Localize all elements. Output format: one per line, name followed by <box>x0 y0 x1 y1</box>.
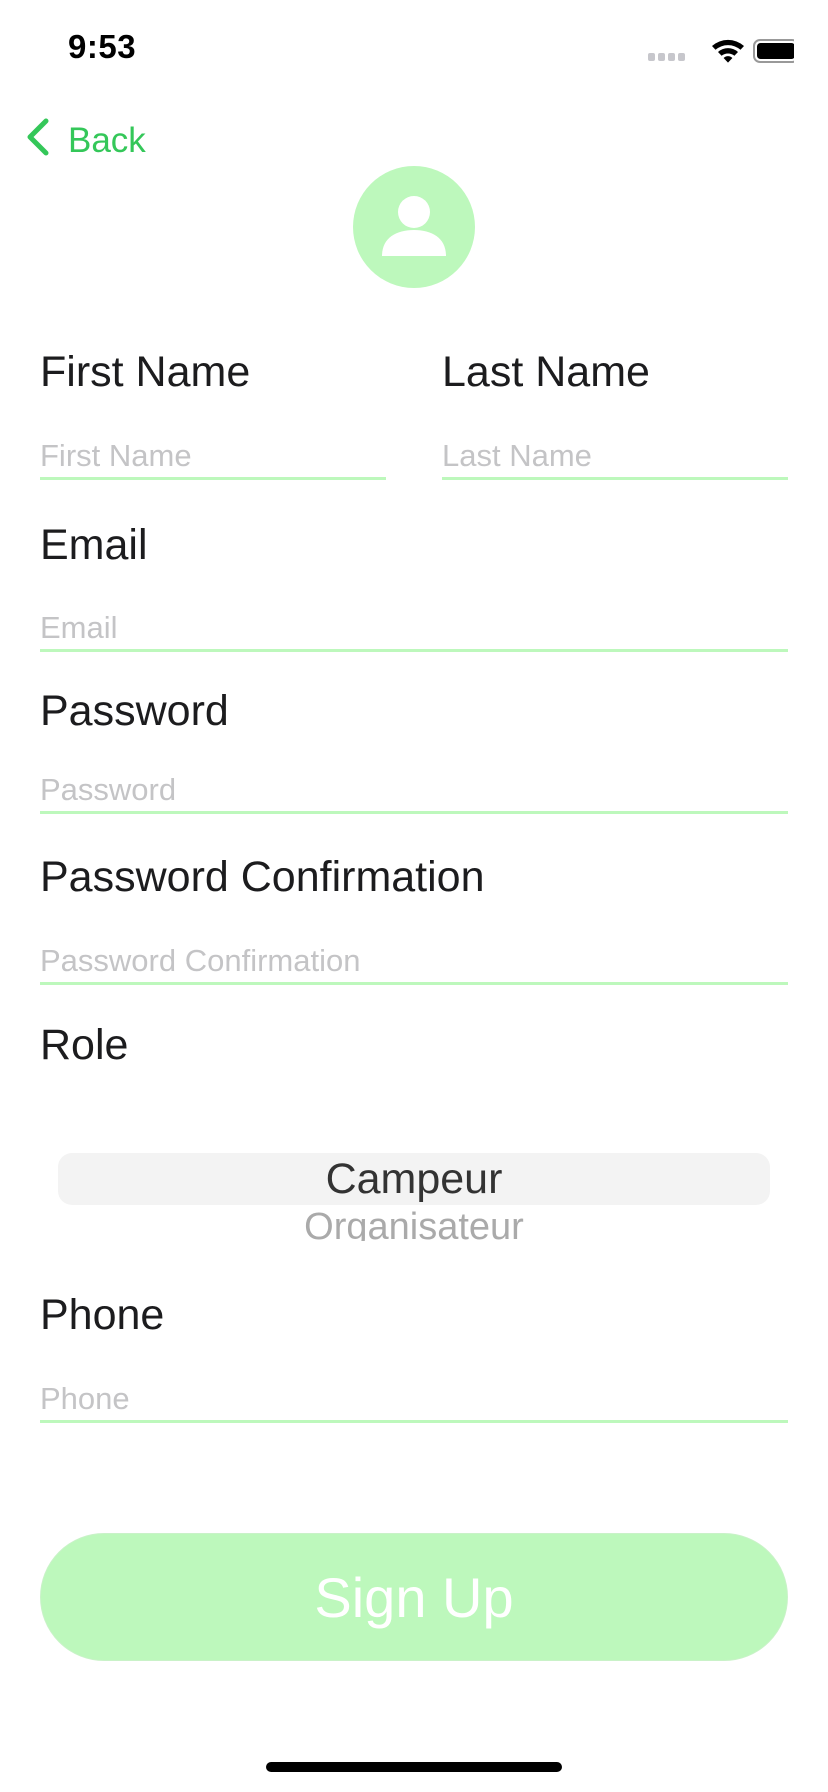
last-name-label: Last Name <box>442 348 650 396</box>
last-name-field[interactable] <box>442 437 788 480</box>
chevron-left-icon <box>24 117 68 166</box>
last-name-input[interactable] <box>442 437 788 475</box>
home-indicator[interactable] <box>266 1762 562 1772</box>
first-name-label: First Name <box>40 348 251 396</box>
cellular-signal-icon <box>648 53 685 61</box>
first-name-field[interactable] <box>40 437 386 480</box>
battery-icon <box>753 39 803 63</box>
role-picker-option[interactable]: Organisateur <box>0 1205 828 1241</box>
email-label: Email <box>40 521 148 569</box>
person-icon <box>379 190 449 265</box>
email-field[interactable] <box>40 609 788 652</box>
status-time: 9:53 <box>68 28 137 65</box>
role-picker-selected-option[interactable]: Campeur <box>0 1153 828 1205</box>
phone-field[interactable] <box>40 1380 788 1423</box>
email-input[interactable] <box>40 609 788 647</box>
role-label: Role <box>40 1021 129 1069</box>
password-confirmation-field[interactable] <box>40 942 788 985</box>
wifi-icon <box>712 39 744 63</box>
password-confirmation-label: Password Confirmation <box>40 853 485 901</box>
phone-label: Phone <box>40 1291 165 1339</box>
password-input[interactable] <box>40 771 788 809</box>
phone-input[interactable] <box>40 1380 788 1418</box>
password-confirmation-input[interactable] <box>40 942 788 980</box>
back-label: Back <box>68 121 146 160</box>
back-button[interactable]: Back <box>24 118 146 164</box>
status-icons <box>644 36 803 66</box>
first-name-input[interactable] <box>40 437 386 475</box>
password-label: Password <box>40 687 229 735</box>
sign-up-button[interactable]: Sign Up <box>40 1533 788 1661</box>
password-field[interactable] <box>40 771 788 814</box>
avatar[interactable] <box>353 166 475 288</box>
